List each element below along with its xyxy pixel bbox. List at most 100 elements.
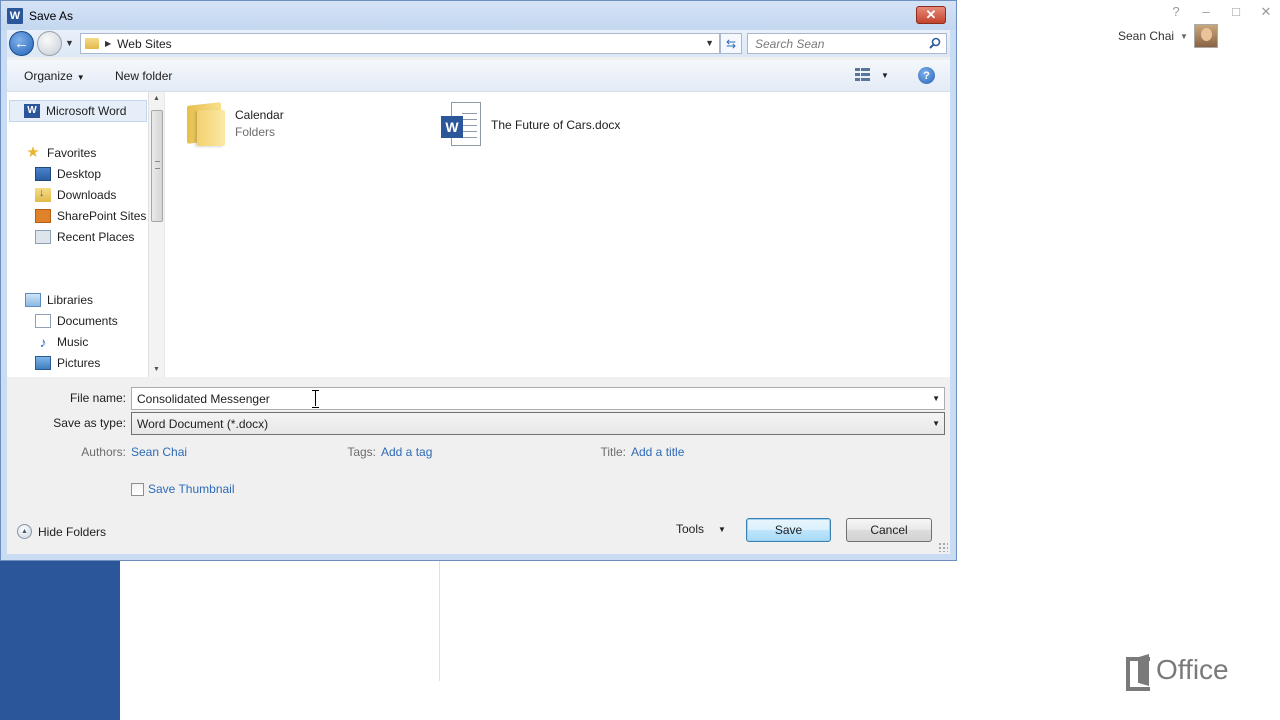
nav-item-favorites[interactable]: ★ Favorites bbox=[25, 144, 97, 161]
nav-item-libraries[interactable]: Libraries bbox=[25, 293, 93, 307]
nav-item-sharepoint-sites[interactable]: SharePoint Sites bbox=[35, 209, 146, 223]
nav-item-downloads[interactable]: Downloads bbox=[35, 187, 117, 202]
maximize-icon[interactable]: □ bbox=[1228, 4, 1244, 20]
minimize-icon[interactable]: – bbox=[1198, 4, 1214, 20]
folder-icon bbox=[85, 38, 99, 49]
close-window-icon[interactable]: ✕ bbox=[1258, 4, 1274, 20]
search-input[interactable]: Search Sean bbox=[747, 33, 947, 54]
documents-icon bbox=[35, 314, 51, 328]
title-value[interactable]: Add a title bbox=[631, 445, 684, 459]
word-app-icon: W bbox=[7, 7, 23, 24]
save-type-label: Save as type: bbox=[53, 416, 126, 430]
tools-label: Tools bbox=[676, 522, 705, 536]
window-controls: ? – □ ✕ bbox=[1168, 4, 1274, 20]
backstage-nav-strip bbox=[0, 561, 120, 720]
tags-value[interactable]: Add a tag bbox=[381, 445, 432, 459]
user-account[interactable]: Sean Chai ▼ bbox=[1118, 24, 1218, 48]
back-button[interactable]: ← bbox=[9, 31, 34, 56]
nav-item-recent-places[interactable]: Recent Places bbox=[35, 230, 134, 244]
nav-item-label: Music bbox=[57, 335, 89, 349]
dialog-body: ← ▼ ▶ Web Sites ▼ ⇆ Search Sean Organize… bbox=[7, 30, 950, 554]
office-brand-text: Office bbox=[1156, 654, 1229, 685]
nav-item-microsoft-word[interactable]: W Microsoft Word bbox=[9, 100, 147, 122]
dialog-titlebar[interactable]: W Save As ✕ bbox=[1, 1, 956, 30]
resize-grip[interactable] bbox=[938, 542, 948, 552]
chevron-down-icon: ▼ bbox=[76, 73, 85, 82]
tools-button[interactable]: Tools ▼ bbox=[676, 522, 726, 536]
downloads-icon bbox=[35, 187, 51, 202]
search-placeholder: Search Sean bbox=[755, 36, 825, 51]
list-item[interactable]: W The Future of Cars.docx bbox=[441, 102, 620, 148]
checkbox-box[interactable] bbox=[131, 482, 144, 496]
hide-folders-button[interactable]: ▲ Hide Folders bbox=[17, 524, 106, 539]
list-item[interactable]: Calendar Folders bbox=[185, 100, 284, 146]
nav-item-label: Microsoft Word bbox=[46, 104, 127, 118]
word-icon: W bbox=[24, 104, 40, 118]
chevron-right-icon[interactable]: ▶ bbox=[105, 39, 111, 48]
cancel-button[interactable]: Cancel bbox=[846, 518, 932, 542]
nav-item-label: Desktop bbox=[57, 167, 102, 181]
user-name: Sean Chai bbox=[1118, 29, 1175, 43]
file-name-field[interactable]: Consolidated Messenger ▼ bbox=[131, 387, 945, 410]
scroll-thumb[interactable] bbox=[151, 110, 163, 222]
command-toolbar: Organize ▼ New folder ▼ ? bbox=[7, 60, 950, 92]
star-icon: ★ bbox=[26, 144, 40, 161]
organize-button[interactable]: Organize ▼ bbox=[24, 69, 85, 83]
forward-button[interactable] bbox=[37, 31, 62, 56]
scroll-down-icon[interactable]: ▼ bbox=[149, 363, 164, 377]
file-list: Calendar Folders W The Future of Cars.do… bbox=[164, 92, 950, 377]
new-folder-button[interactable]: New folder bbox=[115, 69, 172, 83]
refresh-button[interactable]: ⇆ bbox=[720, 33, 742, 54]
nav-item-label: Documents bbox=[57, 314, 118, 328]
avatar bbox=[1193, 24, 1218, 48]
chevron-down-icon[interactable]: ▼ bbox=[932, 419, 940, 428]
nav-item-music[interactable]: ♪ Music bbox=[35, 334, 89, 350]
navigation-pane: W Microsoft Word ★ Favorites Desktop Dow… bbox=[7, 92, 164, 377]
chevron-down-icon: ▼ bbox=[718, 524, 726, 534]
dialog-title: Save As bbox=[29, 8, 74, 23]
address-path[interactable]: Web Sites bbox=[117, 37, 171, 51]
navigation-bar: ← ▼ ▶ Web Sites ▼ ⇆ Search Sean bbox=[7, 30, 950, 57]
tags-label: Tags: bbox=[347, 445, 376, 459]
chevron-down-icon: ▼ bbox=[1180, 31, 1188, 41]
nav-item-label: Downloads bbox=[57, 188, 117, 202]
authors-label: Authors: bbox=[81, 445, 126, 459]
backstage-area bbox=[956, 0, 1280, 720]
title-label: Title: bbox=[600, 445, 626, 459]
music-icon: ♪ bbox=[39, 334, 47, 350]
search-icon[interactable] bbox=[929, 37, 941, 49]
help-icon[interactable]: ? bbox=[1168, 4, 1184, 20]
office-logo-icon bbox=[1126, 654, 1152, 691]
chevron-down-icon[interactable]: ▼ bbox=[932, 394, 940, 403]
scroll-up-icon[interactable]: ▲ bbox=[149, 92, 164, 106]
change-view-button[interactable]: ▼ bbox=[855, 68, 889, 82]
sharepoint-icon bbox=[35, 209, 51, 223]
organize-label: Organize bbox=[24, 69, 73, 83]
address-bar[interactable]: ▶ Web Sites ▼ bbox=[80, 33, 720, 54]
recent-locations-dropdown[interactable]: ▼ bbox=[65, 38, 74, 48]
nav-pane-scrollbar[interactable]: ▲ ▼ bbox=[148, 92, 164, 377]
nav-item-label: Favorites bbox=[47, 146, 97, 160]
authors-value[interactable]: Sean Chai bbox=[131, 445, 187, 459]
file-name: The Future of Cars.docx bbox=[491, 118, 621, 132]
save-thumbnail-checkbox[interactable]: Save Thumbnail bbox=[131, 482, 235, 496]
hide-folders-label: Hide Folders bbox=[38, 524, 107, 539]
chevron-down-icon[interactable]: ▼ bbox=[881, 71, 889, 80]
close-button[interactable]: ✕ bbox=[916, 6, 946, 24]
file-name-value[interactable]: Consolidated Messenger bbox=[137, 392, 270, 406]
nav-item-label: SharePoint Sites bbox=[57, 209, 147, 223]
save-type-select[interactable]: Word Document (*.docx) ▼ bbox=[131, 412, 945, 435]
nav-item-desktop[interactable]: Desktop bbox=[35, 167, 101, 181]
nav-item-pictures[interactable]: Pictures bbox=[35, 356, 100, 370]
office-logo: Office bbox=[1126, 654, 1229, 691]
address-dropdown-icon[interactable]: ▼ bbox=[705, 38, 714, 48]
save-thumbnail-label[interactable]: Save Thumbnail bbox=[148, 482, 235, 496]
recent-places-icon bbox=[35, 230, 51, 244]
save-button[interactable]: Save bbox=[746, 518, 831, 542]
file-name-label: File name: bbox=[69, 391, 126, 405]
word-document-icon: W bbox=[441, 102, 481, 148]
help-icon[interactable]: ? bbox=[918, 67, 935, 84]
desktop-icon bbox=[35, 167, 51, 181]
libraries-icon bbox=[25, 293, 41, 307]
nav-item-documents[interactable]: Documents bbox=[35, 314, 118, 328]
